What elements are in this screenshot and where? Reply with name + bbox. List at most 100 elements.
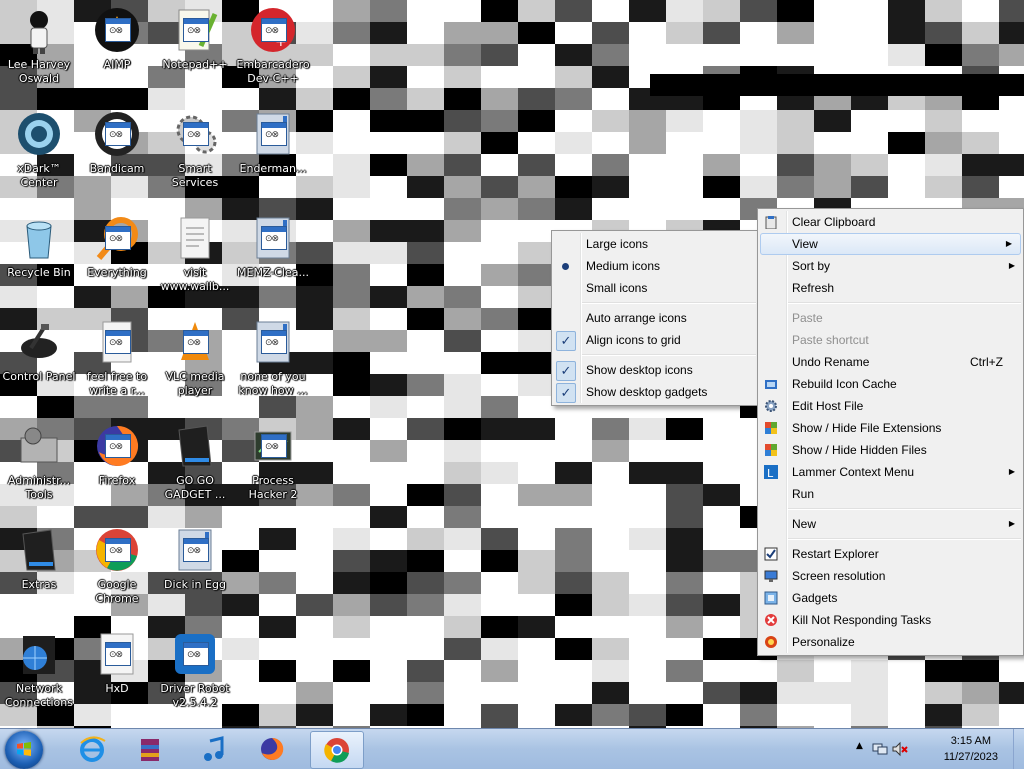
desktop-icon-aimp[interactable]: AIMP [78,6,156,72]
context-menu-item-refresh[interactable]: Refresh [758,277,1023,299]
taskbar-button-firefox[interactable] [246,731,298,767]
desktop-icon-google-chrome[interactable]: Google Chrome [78,526,156,606]
context-menu-item-undo-rename[interactable]: Undo Rename Ctrl+Z [758,351,1023,373]
desktop-icon-control-panel[interactable]: Control Panel [0,318,78,384]
gadgets-icon [764,591,778,605]
menu-item-label: Screen resolution [792,569,886,583]
desktop-icon-label: none of you know how ... [238,370,308,397]
context-menu-item-rebuild-icon-cache[interactable]: Rebuild Icon Cache [758,373,1023,395]
desktop-icon-hxd[interactable]: D HxD [78,630,156,696]
view-menu-item-small-icons[interactable]: Small icons [552,277,758,299]
driver-robot-icon [171,630,219,678]
view-menu-item-show-desktop-icons[interactable]: ✓ Show desktop icons [552,359,758,381]
context-menu-item-view[interactable]: View ▶ [760,233,1021,255]
taskbar-button-chrome[interactable] [310,731,364,769]
gear-icon [765,400,777,412]
context-menu-item-clear-clipboard[interactable]: Clear Clipboard [758,211,1023,233]
menu-separator [788,538,1021,540]
clock-time: 3:15 AM [950,735,992,747]
desktop-icon-embarcadero-devcpp[interactable]: DEV+ Embarcadero Dev-C++ [234,6,312,86]
desktop-icon-extras[interactable]: Extras [0,526,78,592]
aimp-icon [93,6,141,54]
menu-item-label: Rebuild Icon Cache [792,377,897,391]
devcpp-icon: DEV+ [249,6,297,54]
desktop-icon-label: Process Hacker 2 [248,474,298,501]
desktop-icon-lee-harvey-oswald[interactable]: Lee Harvey Oswald [0,6,78,86]
desktop-icon-notepadpp[interactable]: Notepad++ [156,6,234,72]
context-menu-item-lammer-context-menu[interactable]: L Lammer Context Menu ▶ [758,461,1023,483]
clipboard-icon [765,216,777,229]
document-icon [171,214,219,262]
xdark-icon [15,110,63,158]
view-menu-item-medium-icons[interactable]: Medium icons [552,255,758,277]
menu-shortcut: Ctrl+Z [970,355,1003,369]
desktop-icon-driver-robot[interactable]: Driver Robot v2.5.4.2 [156,630,234,710]
desktop-icon-everything[interactable]: Everything [78,214,156,280]
clock-date: 11/27/2023 [943,751,998,763]
context-menu-item-restart-explorer[interactable]: Restart Explorer [758,543,1023,565]
desktop-icon-none-of-you[interactable]: none of you know how ... [234,318,312,398]
menu-separator [582,354,756,356]
menu-item-label: Large icons [586,237,649,251]
desktop-icon-bandicam[interactable]: Bandicam [78,110,156,176]
context-menu-item-edit-host-file[interactable]: Edit Host File [758,395,1023,417]
context-menu-item-new[interactable]: New ▶ [758,513,1023,535]
context-menu-item-run[interactable]: Run [758,483,1023,505]
context-menu-item-sort-by[interactable]: Sort by ▶ [758,255,1023,277]
context-menu-item-gadgets[interactable]: Gadgets [758,587,1023,609]
desktop-icon-label: Driver Robot v2.5.4.2 [160,682,230,709]
context-menu-item-kill-not-responding-tasks[interactable]: Kill Not Responding Tasks [758,609,1023,631]
menu-item-label: Show desktop gadgets [586,385,708,399]
menu-item-label: Show / Hide Hidden Files [792,443,927,457]
context-menu-item-personalize[interactable]: Personalize [758,631,1023,653]
desktop-icon-feel-free[interactable]: feel free to write a r... [78,318,156,398]
taskbar-clock[interactable]: 3:15 AM 11/27/2023 [944,733,998,765]
desktop-icon-firefox[interactable]: Firefox [78,422,156,488]
app-placeholder-icon [105,18,131,42]
desktop-icon-label: xDark™ Center [17,162,61,189]
tools-icon [15,422,63,470]
desktop-icon-xdark-center[interactable]: xDark™ Center [0,110,78,190]
menu-item-label: Undo Rename [792,355,870,369]
shield-icon [765,444,777,456]
desktop-icon-label: Lee Harvey Oswald [7,58,71,85]
view-menu-item-align-icons-to-grid[interactable]: ✓ Align icons to grid [552,329,758,351]
rebuild-cache-icon [765,380,777,389]
desktop-icon-recycle-bin[interactable]: Recycle Bin [0,214,78,280]
app-placeholder-icon [261,434,287,458]
menu-item-label: Paste shortcut [792,333,869,347]
start-button[interactable] [5,731,43,769]
desktop-icon-go-go-gadget[interactable]: GO GO GADGET ... [156,422,234,502]
desktop-icon-vlc[interactable]: VLC media player [156,318,234,398]
show-desktop-button[interactable] [1013,729,1024,769]
taskbar-button-winrar[interactable] [124,731,176,767]
desktop-icon-label: visit www.wallb... [160,266,230,293]
desktop-icon-visit-wallb[interactable]: visit www.wallb... [156,214,234,294]
desktop-icon-process-hacker[interactable]: Process Hacker 2 [234,422,312,502]
menu-item-label: Sort by [792,259,831,273]
volume-muted-icon[interactable] [892,741,908,757]
view-menu-item-large-icons[interactable]: Large icons [552,233,758,255]
desktop-icon-enderman[interactable]: Enderman... [234,110,312,176]
desktop-icon-memz-clean[interactable]: MEMZ-Clea... [234,214,312,280]
app-placeholder-icon [105,434,131,458]
view-menu-item-auto-arrange-icons[interactable]: Auto arrange icons [552,307,758,329]
desktop-icon-label: feel free to write a r... [86,370,148,397]
menu-item-label: Edit Host File [792,399,864,413]
notepad-plus-icon [171,6,219,54]
context-menu-item-paste: Paste [758,307,1023,329]
desktop-icon-dick-in-egg[interactable]: Dick in Egg [156,526,234,592]
checkbox-icon [764,547,778,561]
desktop-icon-smart-services[interactable]: Smart Services [156,110,234,190]
network-status-icon[interactable] [872,741,888,757]
show-hidden-icons-icon[interactable]: ▲ [856,741,863,751]
context-menu-item-screen-resolution[interactable]: Screen resolution [758,565,1023,587]
context-menu-item-show-hide-file-extensions[interactable]: Show / Hide File Extensions [758,417,1023,439]
context-menu-item-show-hide-hidden-files[interactable]: Show / Hide Hidden Files [758,439,1023,461]
desktop-icon-network-connections[interactable]: Network Connections [0,630,78,710]
taskbar-button-music[interactable] [188,731,240,767]
view-menu-item-show-desktop-gadgets[interactable]: ✓ Show desktop gadgets [552,381,758,403]
taskbar-button-internet-explorer[interactable] [66,731,118,767]
desktop-icon-administrative-tools[interactable]: Administr... Tools [0,422,78,502]
context-menu-item-paste-shortcut: Paste shortcut [758,329,1023,351]
